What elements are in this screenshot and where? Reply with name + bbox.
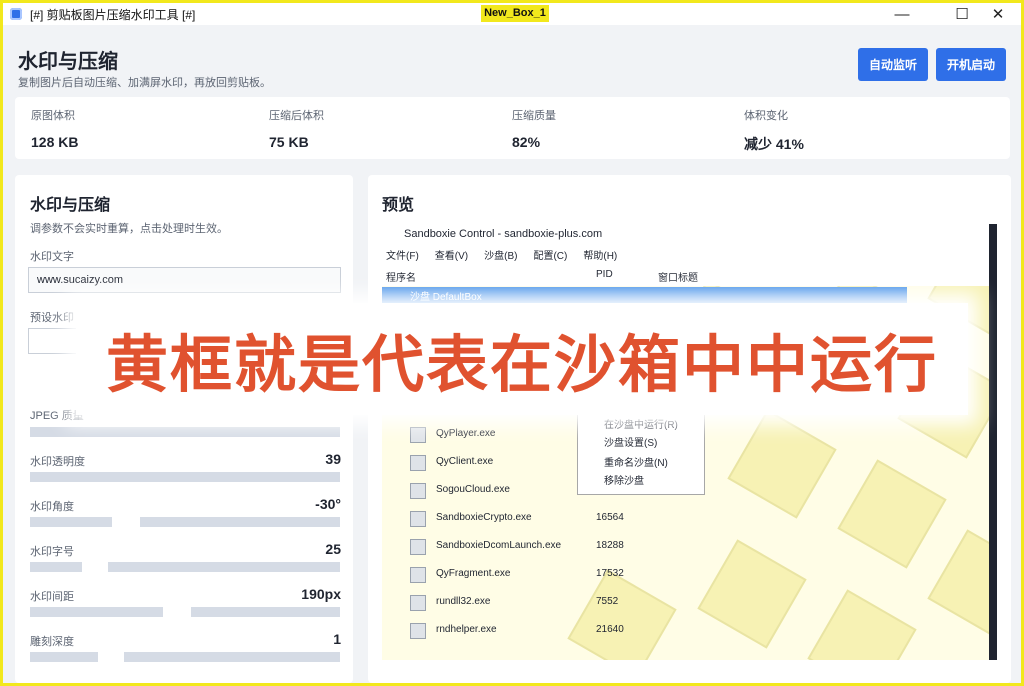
menu-sandbox: 沙盘(B) [484, 250, 518, 262]
process-icon [410, 595, 426, 611]
stats-bar: 原图体积 128 KB 压缩后体积 75 KB 压缩质量 82% 体积变化 减少… [15, 97, 1010, 159]
preview-panel: 预览 Sandboxie Control - sandboxie-plus.co… [368, 175, 1011, 683]
menu-help: 帮助(H) [583, 250, 618, 262]
preview-image: Sandboxie Control - sandboxie-plus.com 文… [382, 224, 997, 660]
settings-desc: 调参数不会实时重算，点击处理时生效。 [30, 223, 228, 235]
spacing-value: 190px [301, 586, 341, 602]
stat-quality: 压缩质量 82% [512, 107, 556, 150]
sandboxie-menu-bar: 文件(F) 查看(V) 沙盘(B) 配置(C) 帮助(H) [382, 244, 989, 264]
process-row: SandboxieCrypto.exe 16564 [410, 508, 670, 530]
sandboxie-window-title: Sandboxie Control - sandboxie-plus.com [382, 224, 989, 244]
col-pid: PID [596, 269, 613, 280]
engrave-value: 1 [333, 631, 341, 647]
process-row: rundll32.exe 7552 [410, 592, 670, 614]
spacing-label: 水印间距 [30, 591, 74, 603]
settings-panel: 水印与压缩 调参数不会实时重算，点击处理时生效。 水印文字 www.sucaiz… [15, 175, 353, 683]
ctx-sandbox-settings: 沙盘设置(S) [604, 438, 658, 449]
overlay-caption-text: 黄框就是代表在沙箱中中运行 [105, 328, 938, 401]
process-icon [410, 455, 426, 471]
startup-button[interactable]: 开机启动 [936, 48, 1006, 81]
process-icon [410, 567, 426, 583]
stat-label: 原图体积 [31, 110, 75, 122]
page-header: 水印与压缩 复制图片后自动压缩、加满屏水印，再放回剪贴板。 自动监听 开机启动 [3, 25, 1021, 95]
angle-label: 水印角度 [30, 501, 74, 513]
menu-file: 文件(F) [386, 250, 419, 262]
process-icon [410, 483, 426, 499]
watermark-text-input[interactable]: www.sucaizy.com [28, 267, 341, 293]
page-title: 水印与压缩 [18, 51, 118, 73]
col-program: 程序名 [386, 273, 416, 284]
menu-view: 查看(V) [434, 250, 469, 262]
process-icon [410, 539, 426, 555]
stat-size-change: 体积变化 减少 41% [744, 107, 804, 154]
sandbox-box-badge: New_Box_1 [481, 5, 549, 22]
auto-listen-button[interactable]: 自动监听 [858, 48, 928, 81]
stat-label: 体积变化 [744, 110, 788, 122]
menu-config: 配置(C) [533, 250, 568, 262]
stat-compressed-size: 压缩后体积 75 KB [269, 107, 324, 150]
angle-slider[interactable] [30, 517, 340, 527]
stat-value: 82% [512, 134, 541, 150]
stat-original-size: 原图体积 128 KB [31, 107, 78, 150]
stat-label: 压缩质量 [512, 110, 556, 122]
window-title: [#] 剪贴板图片压缩水印工具 [#] [30, 7, 196, 22]
process-icon [410, 511, 426, 527]
overlay-caption-banner: 黄框就是代表在沙箱中中运行 [76, 303, 968, 415]
font-size-value: 25 [325, 541, 341, 557]
sandboxie-columns: 程序名 PID 窗口标题 [382, 264, 989, 286]
preset-label: 预设水印 [30, 312, 74, 324]
stat-value: 减少 41% [744, 136, 804, 152]
settings-title: 水印与压缩 [30, 197, 111, 214]
watermark-text-label: 水印文字 [30, 251, 74, 263]
ctx-remove-sandbox: 移除沙盘 [604, 476, 644, 487]
opacity-label: 水印透明度 [30, 456, 85, 468]
font-size-slider[interactable] [30, 562, 340, 572]
font-size-label: 水印字号 [30, 546, 74, 558]
preview-title: 预览 [382, 197, 415, 214]
process-icon [410, 623, 426, 639]
process-row: QyFragment.exe 17532 [410, 564, 670, 586]
jpeg-quality-slider[interactable] [30, 427, 340, 437]
sandbox-context-menu: 在沙盘中运行(R) 沙盘设置(S) 重命名沙盘(N) 移除沙盘 [577, 409, 705, 495]
process-row: SandboxieDcomLaunch.exe 18288 [410, 536, 670, 558]
window-titlebar: [#] 剪贴板图片压缩水印工具 [#] New_Box_1 — ☐ ✕ [3, 3, 1021, 25]
spacing-slider[interactable] [30, 607, 340, 617]
page-subtitle: 复制图片后自动压缩、加满屏水印，再放回剪贴板。 [18, 77, 271, 89]
ctx-run-in-sandbox: 在沙盘中运行(R) [604, 420, 678, 431]
minimize-button[interactable]: — [879, 3, 925, 25]
opacity-slider[interactable] [30, 472, 340, 482]
engrave-slider[interactable] [30, 652, 340, 662]
angle-value: -30° [315, 496, 341, 512]
stat-value: 75 KB [269, 134, 309, 150]
col-window-title: 窗口标题 [658, 273, 698, 284]
stat-value: 128 KB [31, 134, 79, 150]
opacity-value: 39 [325, 451, 341, 467]
close-button[interactable]: ✕ [975, 3, 1021, 25]
process-icon [410, 427, 426, 443]
process-row: rndhelper.exe 21640 [410, 620, 670, 642]
stat-label: 压缩后体积 [269, 110, 324, 122]
engrave-label: 雕刻深度 [30, 636, 74, 648]
ctx-rename-sandbox: 重命名沙盘(N) [604, 458, 668, 469]
app-icon [10, 8, 22, 20]
